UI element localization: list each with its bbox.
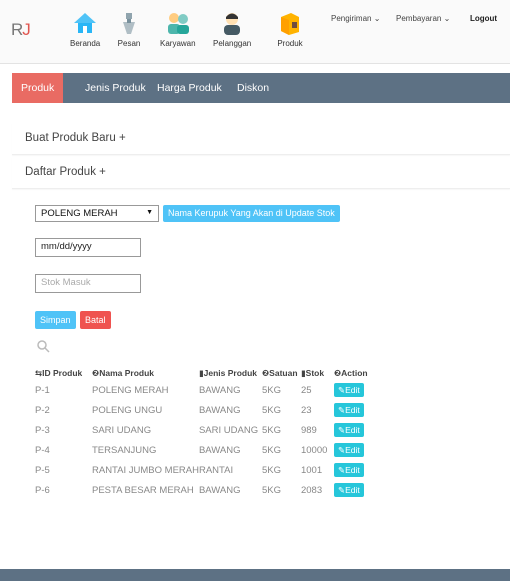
nav-produk[interactable]: Produk [277, 10, 303, 48]
action-cell[interactable]: ✎Edit [333, 420, 374, 440]
product-type: BAWANG [198, 484, 241, 496]
product-stock: 23 [300, 404, 312, 416]
search-icon[interactable] [37, 340, 50, 353]
table-row: P-3 SARI UDANG SARI UDANG 5KG 989 ✎Edit [35, 420, 374, 440]
update-stock-hint: Nama Kerupuk Yang Akan di Update Stok [163, 205, 340, 222]
table-row: P-1 POLENG MERAH BAWANG 5KG 25 ✎Edit [35, 380, 374, 400]
brand-logo[interactable]: RJ [11, 20, 31, 40]
col-unit-header[interactable]: ❷Satuan [262, 367, 301, 380]
col-action-header[interactable]: ❷Action [334, 367, 374, 380]
logout-link[interactable]: Logout [470, 14, 497, 23]
box-icon [281, 13, 299, 35]
nav-karyawan[interactable]: Karyawan [160, 10, 196, 48]
product-id: P-1 [35, 384, 50, 396]
product-type: SARI UDANG [198, 424, 259, 436]
table-row: P-4 TERSANJUNG BAWANG 5KG 10000 ✎Edit [35, 440, 374, 460]
product-id: P-3 [35, 424, 50, 436]
col-id-header[interactable]: ⇆ID Produk [35, 367, 92, 380]
nav-pesan[interactable]: Pesan [117, 10, 141, 48]
table-row: P-2 POLENG UNGU BAWANG 5KG 23 ✎Edit [35, 400, 374, 420]
product-id: P-6 [35, 484, 50, 496]
action-cell[interactable]: ✎Edit [333, 440, 374, 460]
col-type-header[interactable]: ▮Jenis Produk [199, 367, 262, 380]
pembayaran-dropdown[interactable]: Pembayaran ⌄ [396, 14, 450, 23]
tab-diskon[interactable]: Diskon [237, 73, 269, 103]
nav-beranda[interactable]: Beranda [70, 10, 100, 48]
create-product-toggle[interactable]: Buat Produk Baru + [25, 132, 126, 144]
action-cell[interactable]: ✎Edit [333, 460, 374, 480]
pengiriman-dropdown[interactable]: Pengiriman ⌄ [331, 14, 380, 23]
tab-bar: Produk Jenis Produk Harga Produk Diskon [12, 73, 510, 103]
tab-harga-produk[interactable]: Harga Produk [157, 73, 222, 103]
product-name: RANTAI JUMBO MERAH [92, 464, 199, 476]
action-cell[interactable]: ✎Edit [333, 480, 374, 500]
product-list-toggle[interactable]: Daftar Produk + [25, 166, 106, 178]
product-name: PESTA BESAR MERAH [92, 484, 194, 496]
user-icon [224, 13, 241, 35]
message-icon [123, 13, 135, 34]
date-input[interactable]: mm/dd/yyyy [35, 238, 141, 257]
product-name: POLENG MERAH [92, 384, 169, 396]
product-id: P-4 [35, 444, 50, 456]
product-type: BAWANG [198, 404, 241, 416]
product-unit: 5KG [261, 404, 281, 416]
product-table: ⇆ID Produk ❷Nama Produk ▮Jenis Produk ❷S… [35, 367, 374, 500]
col-stock-header[interactable]: ▮Stok [301, 367, 334, 380]
top-navbar: RJ Beranda Pesan Karyawan Pelanggan Prod… [0, 0, 510, 64]
tab-jenis-produk[interactable]: Jenis Produk [85, 73, 146, 103]
product-unit: 5KG [261, 424, 281, 436]
product-list-section[interactable]: Daftar Produk + [12, 157, 510, 189]
product-id: P-2 [35, 404, 50, 416]
chevron-down-icon: ▼ [146, 209, 153, 216]
product-type: BAWANG [198, 384, 241, 396]
edit-button[interactable]: ✎Edit [333, 463, 364, 477]
product-name: TERSANJUNG [92, 444, 157, 456]
table-header-row: ⇆ID Produk ❷Nama Produk ▮Jenis Produk ❷S… [35, 367, 374, 380]
product-stock: 25 [300, 384, 312, 396]
home-icon [74, 13, 97, 33]
action-cell[interactable]: ✎Edit [333, 380, 374, 400]
stock-in-input[interactable]: Stok Masuk [35, 274, 141, 293]
col-name-header[interactable]: ❷Nama Produk [92, 367, 199, 380]
edit-button[interactable]: ✎Edit [333, 383, 364, 397]
product-id: P-5 [35, 464, 50, 476]
product-stock: 1001 [300, 464, 323, 476]
table-row: P-6 PESTA BESAR MERAH BAWANG 5KG 2083 ✎Edit [35, 480, 374, 500]
table-row: P-5 RANTAI JUMBO MERAH RANTAI 5KG 1001 ✎Edit [35, 460, 374, 480]
product-stock: 10000 [300, 444, 328, 456]
tab-produk[interactable]: Produk [12, 73, 64, 103]
product-type: RANTAI [198, 464, 234, 476]
product-select[interactable]: POLENG MERAH ▼ [35, 205, 159, 222]
nav-pelanggan[interactable]: Pelanggan [213, 10, 251, 48]
product-type: BAWANG [198, 444, 241, 456]
edit-button[interactable]: ✎Edit [333, 423, 364, 437]
people-icon [167, 13, 189, 34]
edit-button[interactable]: ✎Edit [333, 483, 364, 497]
product-name: POLENG UNGU [92, 404, 163, 416]
product-stock: 2083 [300, 484, 323, 496]
product-stock: 989 [300, 424, 317, 436]
edit-button[interactable]: ✎Edit [333, 403, 364, 417]
save-button[interactable]: Simpan [35, 311, 76, 329]
product-unit: 5KG [261, 484, 281, 496]
edit-button[interactable]: ✎Edit [333, 443, 364, 457]
create-product-section[interactable]: Buat Produk Baru + [12, 123, 510, 155]
product-name: SARI UDANG [92, 424, 152, 436]
cancel-button[interactable]: Batal [80, 311, 111, 329]
product-unit: 5KG [261, 444, 281, 456]
product-unit: 5KG [261, 464, 281, 476]
product-unit: 5KG [261, 384, 281, 396]
footer-bar [0, 569, 510, 581]
action-cell[interactable]: ✎Edit [333, 400, 374, 420]
